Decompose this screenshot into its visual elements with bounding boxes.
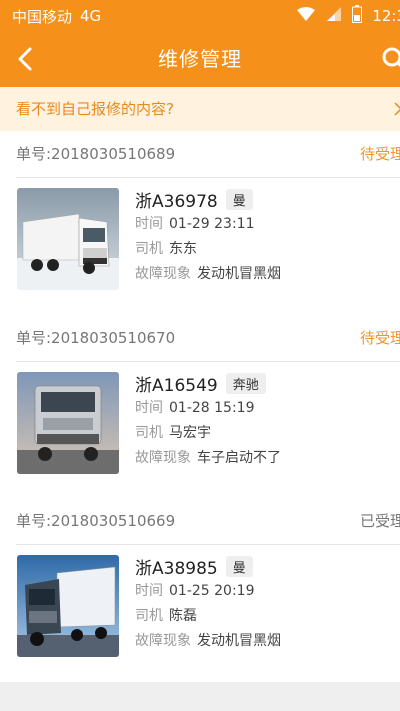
order-number: 单号:2018030510669 xyxy=(16,512,176,530)
fault-value: 车子启动不了 xyxy=(197,450,281,466)
status-bar-right: 12:3 xyxy=(296,0,400,32)
signal-icon xyxy=(326,6,342,26)
fault-value: 发动机冒黑烟 xyxy=(197,633,281,649)
order-status: 待受理 xyxy=(360,329,400,347)
repair-order-card[interactable]: 单号:2018030510669 已受理 浙A38985 曼 时间 01-25 2… xyxy=(0,498,400,682)
order-number: 单号:2018030510670 xyxy=(16,329,176,347)
driver-value: 陈磊 xyxy=(169,608,197,624)
clock-label: 12:3 xyxy=(372,7,400,25)
truck-photo xyxy=(17,555,119,657)
time-value: 01-28 15:19 xyxy=(169,400,255,416)
plate-number: 浙A38985 xyxy=(135,558,218,579)
network-label: 4G xyxy=(80,7,102,25)
order-info: 浙A16549 奔驰 时间 01-28 15:19 司机 马宏宇 故障现象 车子启动不… xyxy=(135,370,400,471)
app-header: 维修管理 xyxy=(0,32,400,87)
driver-label: 司机 xyxy=(135,608,163,624)
status-bar: 中国移动 4G 12:3 xyxy=(0,0,400,32)
brand-badge: 奔驰 xyxy=(225,372,266,394)
truck-photo xyxy=(17,188,119,290)
carrier-label: 中国移动 xyxy=(12,7,73,26)
time-value: 01-29 23:11 xyxy=(169,216,255,232)
brand-badge: 曼 xyxy=(225,555,253,577)
fault-value: 发动机冒黑烟 xyxy=(197,266,281,282)
repair-order-card[interactable]: 单号:2018030510670 待受理 浙A16549 奔驰 时间 01-28 … xyxy=(0,315,400,499)
time-label: 时间 xyxy=(135,583,163,599)
time-value: 01-25 20:19 xyxy=(169,583,255,599)
truck-photo xyxy=(17,372,119,474)
plate-number: 浙A16549 xyxy=(135,375,218,396)
search-button[interactable] xyxy=(380,44,400,74)
brand-badge: 曼 xyxy=(225,188,253,210)
driver-label: 司机 xyxy=(135,241,163,257)
order-number: 单号:2018030510689 xyxy=(16,145,176,163)
order-info: 浙A38985 曼 时间 01-25 20:19 司机 陈磊 故障现象 发动机冒黑烟 xyxy=(135,553,400,654)
time-label: 时间 xyxy=(135,216,163,232)
divider xyxy=(16,177,400,178)
fault-label: 故障现象 xyxy=(135,633,191,649)
chevron-right-icon xyxy=(392,87,400,131)
order-info: 浙A36978 曼 时间 01-29 23:11 司机 东东 故障现象 发动机冒黑烟 xyxy=(135,186,400,287)
fault-label: 故障现象 xyxy=(135,450,191,466)
driver-value: 东东 xyxy=(169,241,197,257)
divider xyxy=(16,361,400,362)
page-title: 维修管理 xyxy=(158,47,242,71)
order-status: 已受理 xyxy=(360,512,400,530)
plate-number: 浙A36978 xyxy=(135,191,218,212)
divider xyxy=(16,544,400,545)
driver-label: 司机 xyxy=(135,425,163,441)
wifi-icon xyxy=(296,6,316,26)
order-status: 待受理 xyxy=(360,145,400,163)
search-icon xyxy=(382,47,400,68)
notice-text: 看不到自己报修的内容? xyxy=(16,100,174,118)
missing-report-notice[interactable]: 看不到自己报修的内容? xyxy=(0,87,400,131)
fault-label: 故障现象 xyxy=(135,266,191,282)
repair-order-card[interactable]: 单号:2018030510689 待受理 浙A36978 曼 时间 01-29 2… xyxy=(0,131,400,315)
battery-icon xyxy=(352,5,363,27)
time-label: 时间 xyxy=(135,400,163,416)
driver-value: 马宏宇 xyxy=(169,425,211,441)
